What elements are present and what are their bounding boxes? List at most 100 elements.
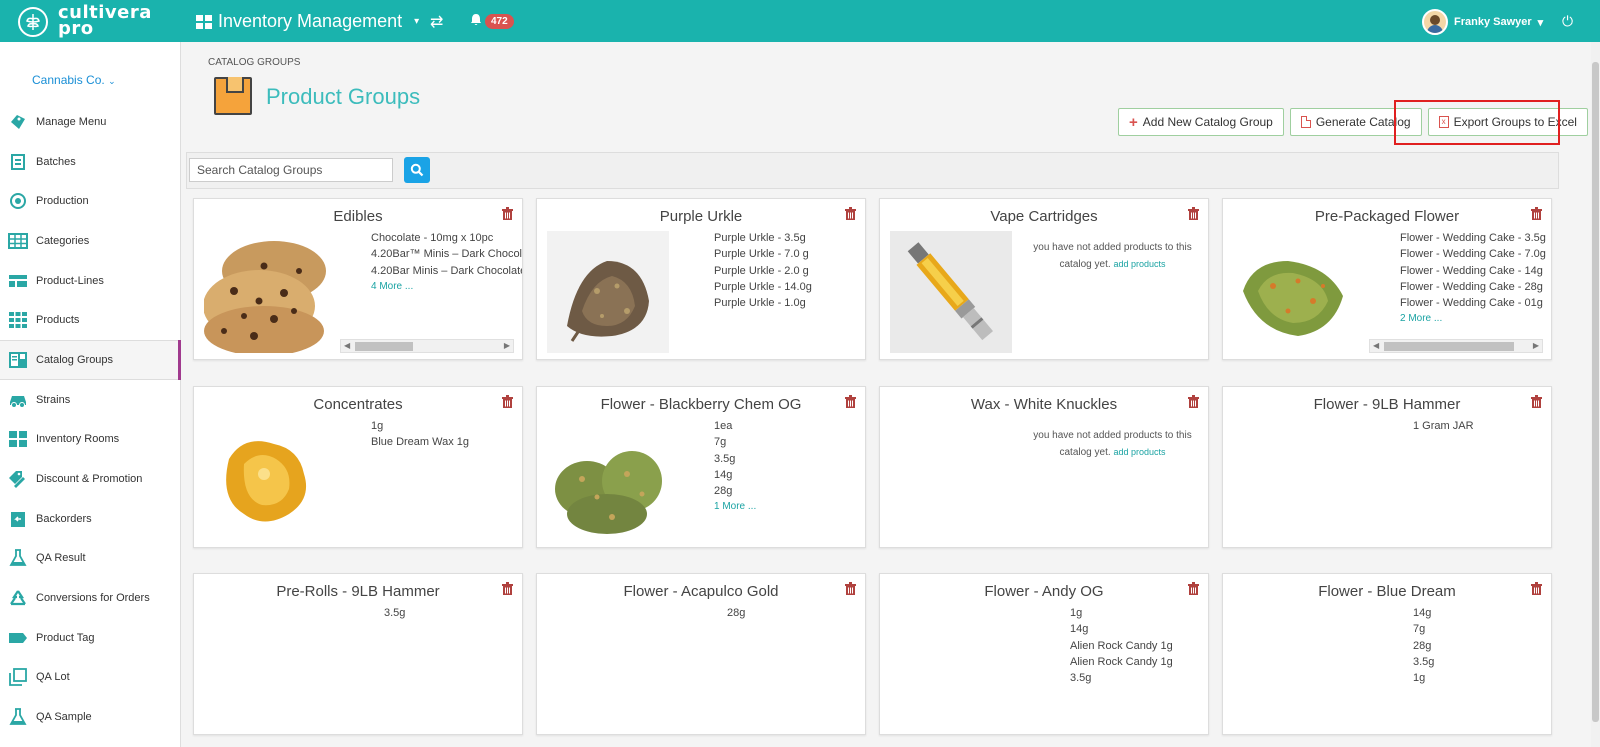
sidebar-item-qa-lot[interactable]: QA Lot xyxy=(0,658,181,698)
trash-icon[interactable] xyxy=(1187,207,1200,223)
list-item: 3.5g xyxy=(1070,670,1198,686)
logo[interactable]: cultivera pro xyxy=(18,4,168,38)
list-item: 1g xyxy=(371,418,512,434)
trash-icon[interactable] xyxy=(844,395,857,411)
sidebar-item-product-tag[interactable]: Product Tag xyxy=(0,618,181,658)
product-list: Chocolate - 10mg x 10pc4.20Bar™ Minis – … xyxy=(371,230,522,295)
list-item: Blue Dream Wax 1g xyxy=(371,434,512,450)
scrollbar-thumb[interactable] xyxy=(1592,62,1599,722)
sidebar-item-production[interactable]: Production xyxy=(0,181,181,221)
catalog-group-card[interactable]: Flower - Acapulco Gold 28g xyxy=(536,573,866,735)
user-menu[interactable]: Franky Sawyer ▾ xyxy=(1422,9,1543,35)
caret-down-icon: ▾ xyxy=(1537,16,1544,29)
leaf-logo-icon xyxy=(18,7,48,37)
sidebar-item-products[interactable]: Products xyxy=(0,300,181,340)
catalog-group-card[interactable]: Flower - Blue Dream 14g7g28g3.5g1g xyxy=(1222,573,1552,735)
list-item: 3.5g xyxy=(1413,654,1541,670)
product-image xyxy=(890,231,1012,353)
add-products-link[interactable]: add products xyxy=(1113,447,1165,457)
sidebar-item-label: Conversions for Orders xyxy=(36,592,150,605)
car-icon xyxy=(8,390,28,410)
catalog-group-card[interactable]: Pre-Packaged Flower Flower - Wedding Cake… xyxy=(1222,198,1552,360)
list-item: Purple Urkle - 1.0g xyxy=(714,295,855,311)
sidebar-item-qa-result[interactable]: QA Result xyxy=(0,539,181,579)
trash-icon[interactable] xyxy=(1530,207,1543,223)
search-button[interactable] xyxy=(404,157,430,183)
catalog-group-card[interactable]: Pre-Rolls - 9LB Hammer 3.5g xyxy=(193,573,523,735)
list-item: 4.20Bar™ Minis – Dark Chocolate xyxy=(371,246,522,262)
add-products-link[interactable]: add products xyxy=(1113,259,1165,269)
top-bar: cultivera pro Inventory Management ▾ ⇄ 4… xyxy=(0,0,1600,42)
catalog-group-card[interactable]: Concentrates 1gBlue Dream Wax 1g xyxy=(193,386,523,548)
sidebar-item-categories[interactable]: Categories xyxy=(0,221,181,261)
export-groups-button[interactable]: x Export Groups to Excel xyxy=(1427,108,1588,136)
bell-icon[interactable] xyxy=(470,13,482,29)
trash-icon[interactable] xyxy=(501,582,514,598)
sidebar-item-strains[interactable]: Strains xyxy=(0,380,181,420)
list-item: Flower - Wedding Cake - 7.0g xyxy=(1400,246,1551,262)
sidebar-item-manage-menu[interactable]: Manage Menu xyxy=(0,102,181,142)
generate-catalog-button[interactable]: Generate Catalog xyxy=(1289,108,1422,136)
add-catalog-group-label: Add New Catalog Group xyxy=(1142,115,1273,129)
scroll-left-icon[interactable]: ◀ xyxy=(344,341,350,350)
backorder-icon xyxy=(8,509,28,529)
app-switcher[interactable]: Inventory Management ▾ xyxy=(196,11,419,32)
list-item: 1g xyxy=(1413,670,1541,686)
trash-icon[interactable] xyxy=(844,207,857,223)
notification-badge: 472 xyxy=(485,14,514,29)
sidebar-item-backorders[interactable]: Backorders xyxy=(0,499,181,539)
horizontal-scrollbar[interactable]: ◀ ▶ xyxy=(1369,339,1543,353)
product-list: 28g xyxy=(727,605,855,621)
sidebar-item-discount-promotion[interactable]: Discount & Promotion xyxy=(0,459,181,499)
card-title: Purple Urkle xyxy=(659,208,743,225)
page-scrollbar[interactable] xyxy=(1591,42,1600,747)
scroll-left-icon[interactable]: ◀ xyxy=(1373,341,1379,350)
more-link[interactable]: 2 More ... xyxy=(1400,311,1551,327)
sidebar-item-catalog-groups[interactable]: Catalog Groups xyxy=(0,340,181,380)
sidebar-item-batches[interactable]: Batches xyxy=(0,142,181,182)
catalog-group-card[interactable]: Vape Cartridges you have not added produc… xyxy=(879,198,1209,360)
trash-icon[interactable] xyxy=(1187,582,1200,598)
card-title: Flower - Andy OG xyxy=(984,583,1104,600)
catalog-group-card[interactable]: Edibles Chocolate - 10mg x 10pc4.20Bar™ M… xyxy=(193,198,523,360)
trash-icon[interactable] xyxy=(501,207,514,223)
add-catalog-group-button[interactable]: + Add New Catalog Group xyxy=(1118,108,1284,136)
list-item: 1ea xyxy=(714,418,855,434)
trash-icon[interactable] xyxy=(844,582,857,598)
flask-icon xyxy=(8,707,28,727)
list-item: Alien Rock Candy 1g xyxy=(1070,654,1198,670)
trash-icon[interactable] xyxy=(501,395,514,411)
scrollbar-thumb[interactable] xyxy=(1384,342,1514,351)
company-selector[interactable]: Cannabis Co. ⌄ xyxy=(32,73,116,87)
catalog-group-card[interactable]: Wax - White Knuckles you have not added p… xyxy=(879,386,1209,548)
scroll-right-icon[interactable]: ▶ xyxy=(1533,341,1539,350)
scroll-right-icon[interactable]: ▶ xyxy=(504,341,510,350)
swap-icon[interactable]: ⇄ xyxy=(430,12,443,32)
sidebar-item-label: Product Tag xyxy=(36,631,95,644)
sidebar-item-label: Manage Menu xyxy=(36,115,107,128)
more-link[interactable]: 4 More ... xyxy=(371,279,522,295)
more-link[interactable]: 1 More ... xyxy=(714,499,855,515)
sidebar-item-inventory-rooms[interactable]: Inventory Rooms xyxy=(0,420,181,460)
card-title: Pre-Packaged Flower xyxy=(1314,208,1460,225)
card-title: Edibles xyxy=(333,208,383,225)
catalog-group-card[interactable]: Flower - Andy OG1g14gAlien Rock Candy 1g… xyxy=(879,573,1209,735)
search-input[interactable] xyxy=(189,158,393,182)
search-icon xyxy=(410,163,424,177)
product-list: 1gBlue Dream Wax 1g xyxy=(371,418,512,451)
trash-icon[interactable] xyxy=(1530,395,1543,411)
trash-icon[interactable] xyxy=(1530,582,1543,598)
horizontal-scrollbar[interactable]: ◀ ▶ xyxy=(340,339,514,353)
sidebar-item-qa-sample[interactable]: QA Sample xyxy=(0,697,181,737)
scrollbar-thumb[interactable] xyxy=(355,342,413,351)
power-icon[interactable]: ⏻ xyxy=(1562,13,1573,30)
catalog-group-card[interactable]: Flower - 9LB Hammer 1 Gram JAR xyxy=(1222,386,1552,548)
product-image xyxy=(1233,231,1355,353)
catalog-group-card[interactable]: Purple UrklePurple Urkle - 3.5gPurple Ur… xyxy=(536,198,866,360)
sidebar-item-conversions-for-orders[interactable]: Conversions for Orders xyxy=(0,578,181,618)
sidebar-item-label: Categories xyxy=(36,234,90,247)
sidebar-item-product-lines[interactable]: Product-Lines xyxy=(0,261,181,301)
catalog-group-card[interactable]: Flower - Blackberry Chem OG 1ea7g3.5g14g2… xyxy=(536,386,866,548)
plus-icon: + xyxy=(1129,113,1138,131)
trash-icon[interactable] xyxy=(1187,395,1200,411)
